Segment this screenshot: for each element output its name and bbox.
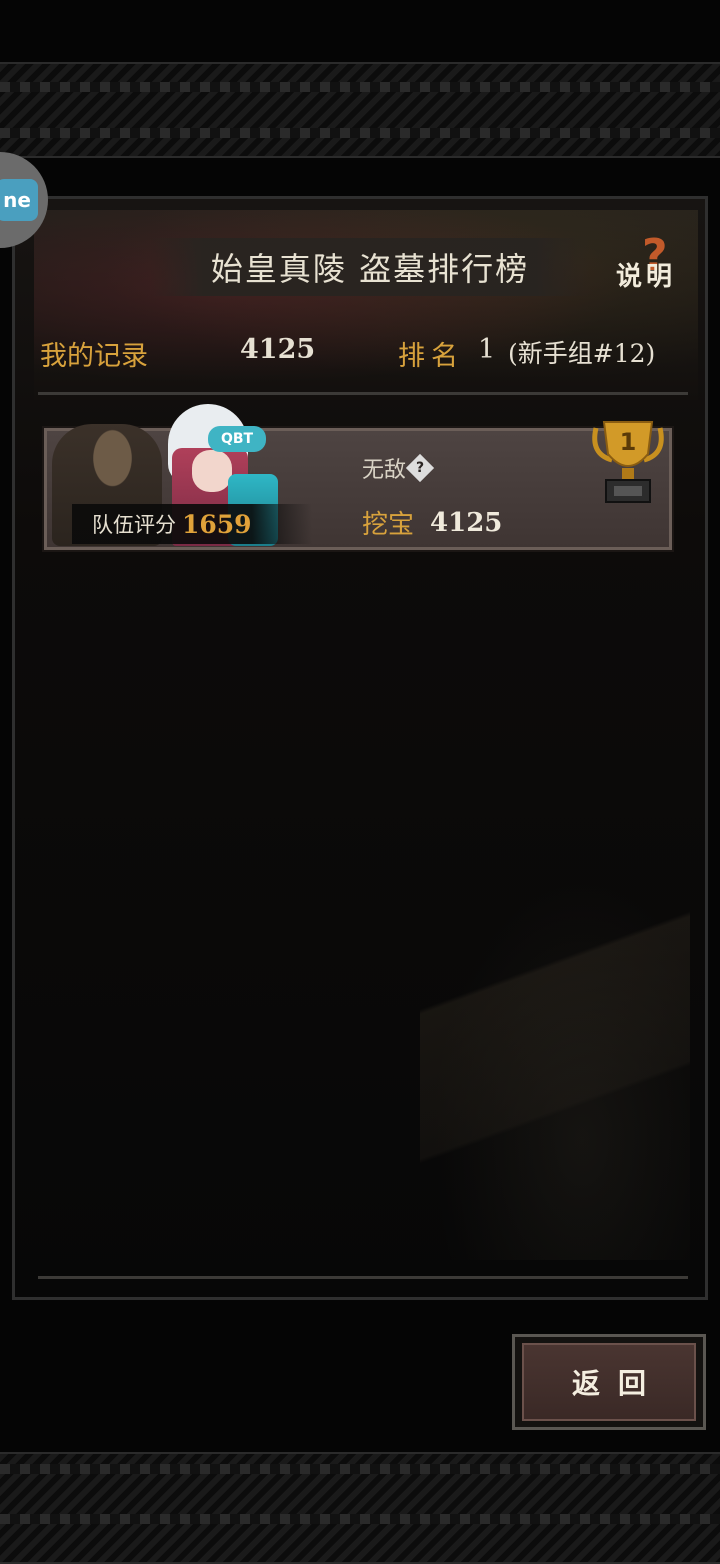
help-button[interactable]: ? 说明 <box>612 230 694 296</box>
treasure-value: 4125 <box>430 507 503 538</box>
panel-bottom-line <box>38 1276 688 1279</box>
my-record-label: 我的记录 <box>40 341 148 372</box>
rank-group: (新手组#12) <box>508 339 656 368</box>
rank-value: 1 <box>478 334 496 365</box>
top-decorative-border <box>0 62 720 158</box>
treasure-label: 挖宝 <box>362 510 415 540</box>
header-divider <box>38 392 688 395</box>
return-button-label: 返回 <box>522 1343 696 1421</box>
background-scene <box>420 860 690 1260</box>
treasure-row: 挖宝 4125 <box>362 504 502 541</box>
badge-icon: ne <box>0 179 38 221</box>
my-record-value: 4125 <box>240 334 316 365</box>
help-label: 说明 <box>616 262 677 292</box>
return-button[interactable]: 返回 <box>512 1334 706 1430</box>
status-text: 无敌 <box>362 458 407 483</box>
team-score-value: 1659 <box>182 509 252 539</box>
page-title: 始皇真陵 盗墓排行榜 <box>210 250 530 288</box>
status-row: 无敌 ? <box>362 452 435 484</box>
trophy-icon: 1 <box>588 414 668 506</box>
bottom-decorative-border <box>0 1452 720 1564</box>
team-score-label: 队伍评分 <box>92 513 176 537</box>
status-help-icon[interactable]: ? <box>405 453 435 483</box>
cap-logo: QBT <box>208 426 266 452</box>
trophy-rank: 1 <box>620 428 637 456</box>
rank-label: 排名 <box>398 341 464 372</box>
team-score-bar: 队伍评分 1659 <box>72 504 312 544</box>
title-banner: 始皇真陵 盗墓排行榜 <box>150 238 590 296</box>
